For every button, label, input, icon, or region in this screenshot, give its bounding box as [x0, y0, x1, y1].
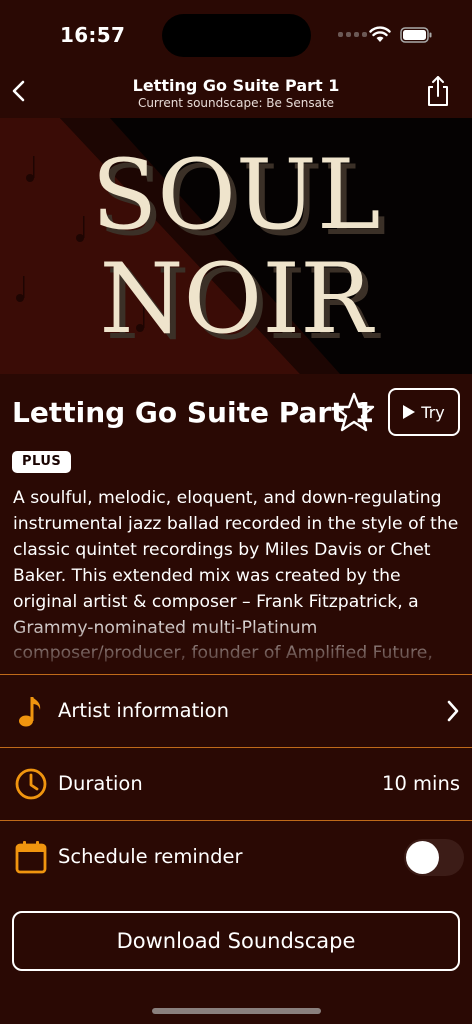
try-label: Try [421, 402, 445, 422]
favorite-star-icon[interactable] [333, 392, 375, 432]
status-bar: 16:57 [0, 0, 472, 70]
duration-value: 10 mins [382, 772, 460, 795]
schedule-reminder-toggle[interactable] [404, 839, 464, 876]
status-time: 16:57 [60, 23, 126, 47]
play-icon [403, 405, 416, 419]
duration-row: Duration 10 mins [0, 747, 472, 820]
dynamic-island [162, 14, 311, 57]
battery-icon [400, 27, 432, 43]
nav-title: Letting Go Suite Part 1 [132, 76, 340, 95]
calendar-icon [15, 841, 47, 874]
chevron-right-icon [447, 700, 459, 722]
download-soundscape-button[interactable]: Download Soundscape [12, 911, 460, 971]
try-button[interactable]: Try [388, 388, 460, 436]
artist-information-row[interactable]: Artist information [0, 674, 472, 747]
clock-icon [15, 768, 47, 800]
schedule-reminder-label: Schedule reminder [58, 845, 243, 868]
schedule-reminder-row: Schedule reminder [0, 820, 472, 893]
screen: 16:57 Letting Go Suite Part 1 Current so… [0, 0, 472, 1024]
share-icon[interactable] [424, 74, 452, 108]
track-title: Letting Go Suite Part 1 [12, 396, 374, 429]
toggle-knob [406, 841, 439, 874]
track-description: A soulful, melodic, eloquent, and down-r… [13, 488, 459, 662]
nav-bar: Letting Go Suite Part 1 Current soundsca… [0, 70, 472, 118]
artwork-text-soul: SOUL [91, 139, 380, 251]
home-indicator [152, 1008, 321, 1014]
music-note-icon [19, 697, 41, 727]
artwork-text-noir: NOIR [100, 243, 376, 355]
duration-label: Duration [58, 772, 143, 795]
plus-badge: PLUS [12, 451, 72, 473]
nav-subtitle: Current soundscape: Be Sensate [137, 96, 335, 110]
album-artwork: SOUL SOUL NOIR NOIR [0, 118, 472, 374]
wifi-icon [369, 26, 391, 42]
cellular-signal-icon [338, 32, 367, 37]
artist-information-label: Artist information [58, 699, 229, 722]
